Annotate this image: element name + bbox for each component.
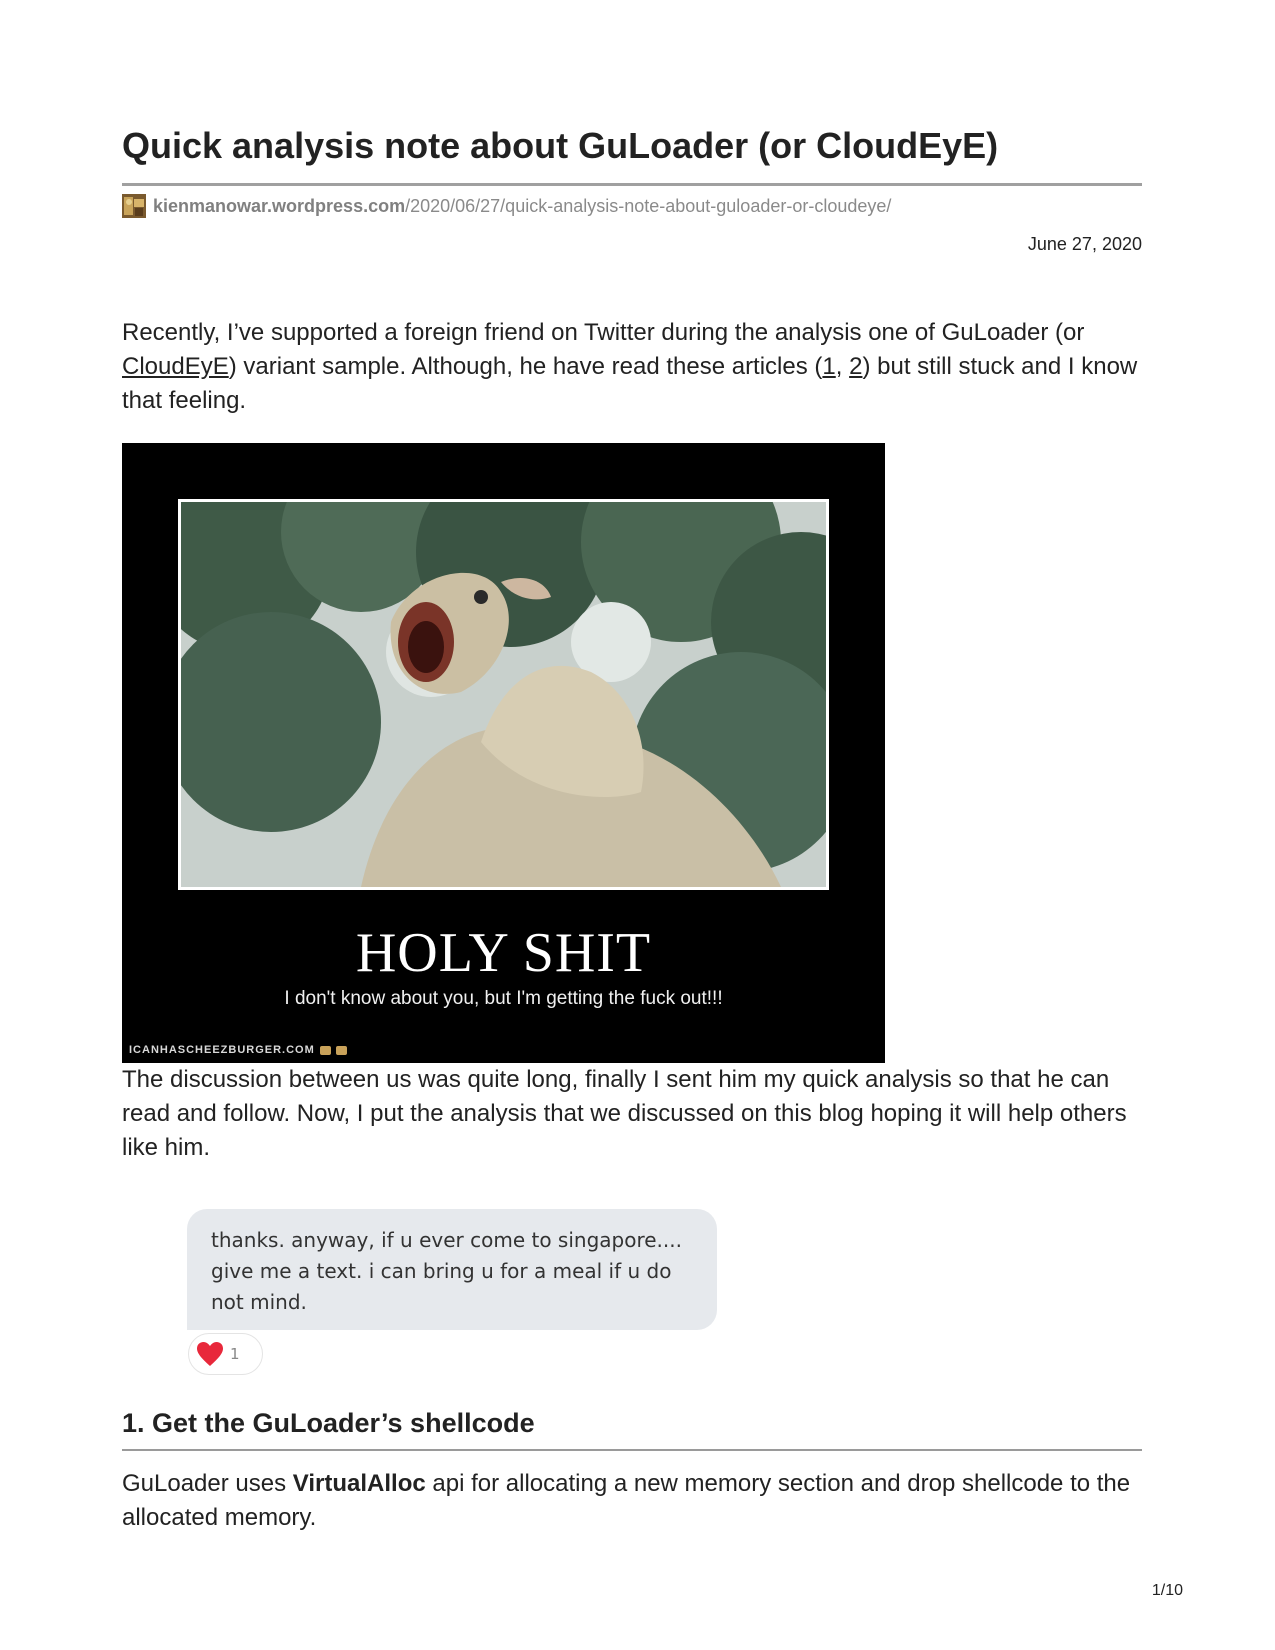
section-text: GuLoader uses (122, 1470, 293, 1497)
intro-separator: , (835, 353, 850, 380)
sheep-photo (176, 497, 831, 892)
heart-reaction[interactable]: 1 (188, 1333, 263, 1375)
source-domain: kienmanowar.wordpress.com (153, 195, 406, 216)
intro-paragraph: Recently, I’ve supported a foreign frien… (122, 316, 1147, 418)
watermark-text: ICANHASCHEEZBURGER.COM (129, 1044, 315, 1056)
source-path: /2020/06/27/quick-analysis-note-about-gu… (405, 195, 892, 216)
page-number: 1/10 (1151, 1582, 1183, 1599)
meme-caption: I don't know about you, but I'm getting … (284, 988, 723, 1009)
article-title: Quick analysis note about GuLoader (or C… (122, 125, 999, 166)
discussion-paragraph: The discussion between us was quite long… (122, 1066, 1127, 1161)
chat-message-text: thanks. anyway, if u ever come to singap… (211, 1228, 682, 1314)
cheezburger-icon (319, 1045, 331, 1055)
section-heading: 1. Get the GuLoader’s shellcode (122, 1408, 535, 1438)
reaction-count: 1 (230, 1345, 240, 1363)
article-link-1[interactable]: 1 (822, 353, 835, 380)
sheep-illustration (181, 502, 826, 887)
section-paragraph: GuLoader uses VirtualAlloc api for alloc… (122, 1467, 1147, 1535)
cloudeye-link[interactable]: CloudEyE (122, 353, 229, 380)
meme-heading: HOLY SHIT (355, 922, 652, 984)
site-favicon-icon (122, 194, 146, 218)
cheezburger-icon (335, 1045, 347, 1055)
intro-text: ) variant sample. Although, he have read… (228, 353, 823, 380)
source-url[interactable]: kienmanowar.wordpress.com/2020/06/27/qui… (122, 194, 891, 218)
chat-message-bubble: thanks. anyway, if u ever come to singap… (187, 1209, 717, 1330)
article-link-2[interactable]: 2 (849, 353, 862, 380)
section-divider (122, 1449, 1142, 1451)
publish-date: June 27, 2020 (1027, 234, 1142, 254)
intro-text: Recently, I’ve supported a foreign frien… (122, 319, 1085, 346)
meme-watermark: ICANHASCHEEZBURGER.COM (129, 1044, 347, 1056)
virtualalloc-term: VirtualAlloc (292, 1470, 426, 1497)
heart-icon (197, 1342, 223, 1366)
title-divider (122, 183, 1142, 186)
meme-image: HOLY SHIT I don't know about you, but I'… (122, 443, 885, 1063)
